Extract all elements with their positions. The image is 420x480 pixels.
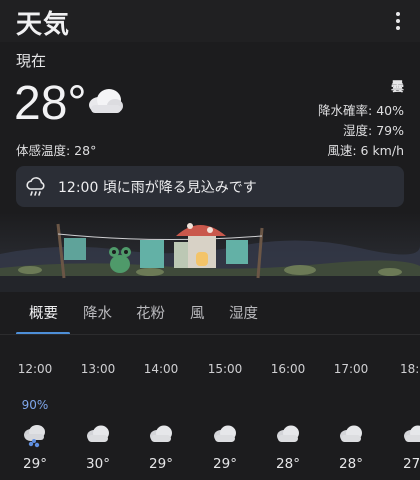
hourly-clip: 18:0 27 [384, 362, 420, 480]
alert-text: 12:00 頃に雨が降る見込みです [58, 180, 257, 196]
hour-time: 18:0 [400, 362, 420, 376]
hour-temperature: 29° [149, 456, 173, 472]
tab-bar: 概要 降水 花粉 風 湿度 [0, 292, 420, 336]
current-label: 現在 [16, 52, 47, 70]
hour-time: 17:00 [333, 362, 369, 376]
rain-alert[interactable]: 12:00 頃に雨が降る見込みです [16, 166, 404, 207]
condition-text: 曇 [390, 80, 404, 95]
feels-like: 体感温度: 28° [16, 143, 97, 158]
hour-time: 12:00 [17, 362, 53, 376]
tab-pollen[interactable]: 花粉 [136, 302, 165, 323]
app-title: 天気 [16, 10, 71, 40]
rain-cloud-icon [26, 177, 45, 196]
divider [0, 334, 420, 335]
tab-overview[interactable]: 概要 [29, 302, 58, 323]
humidity: 湿度: 79% [343, 123, 404, 138]
hour-time: 16:00 [270, 362, 306, 376]
hour-time: 15:00 [207, 362, 243, 376]
precip-probability: 降水確率: 40% [318, 103, 404, 118]
hour-temperature: 29° [23, 456, 47, 472]
cloud-icon [68, 424, 128, 448]
cloud-icon [89, 89, 123, 113]
hour-temperature: 28° [339, 456, 363, 472]
hour-temperature: 30° [86, 456, 110, 472]
tab-precipitation[interactable]: 降水 [83, 302, 112, 323]
cloud-icon [321, 424, 381, 448]
hour-precip-probability: 90% [21, 398, 49, 412]
cloud-icon [258, 424, 318, 448]
top-app-bar: 天気 [0, 0, 420, 42]
hour-temperature: 27 [403, 456, 420, 472]
cloud-icon [131, 424, 191, 448]
tab-humidity[interactable]: 湿度 [229, 302, 258, 323]
current-temperature: 28° [14, 77, 87, 130]
cloud-icon [195, 424, 255, 448]
tab-wind[interactable]: 風 [190, 302, 205, 323]
hour-temperature: 28° [276, 456, 300, 472]
more-options-icon[interactable] [386, 8, 410, 34]
cloud-icon [402, 424, 420, 448]
rain-cloud-icon [5, 424, 65, 448]
hour-temperature: 29° [213, 456, 237, 472]
hour-time: 14:00 [143, 362, 179, 376]
weather-illustration [0, 212, 420, 292]
wind-speed: 風速: 6 km/h [327, 143, 404, 158]
hour-time: 13:00 [80, 362, 116, 376]
